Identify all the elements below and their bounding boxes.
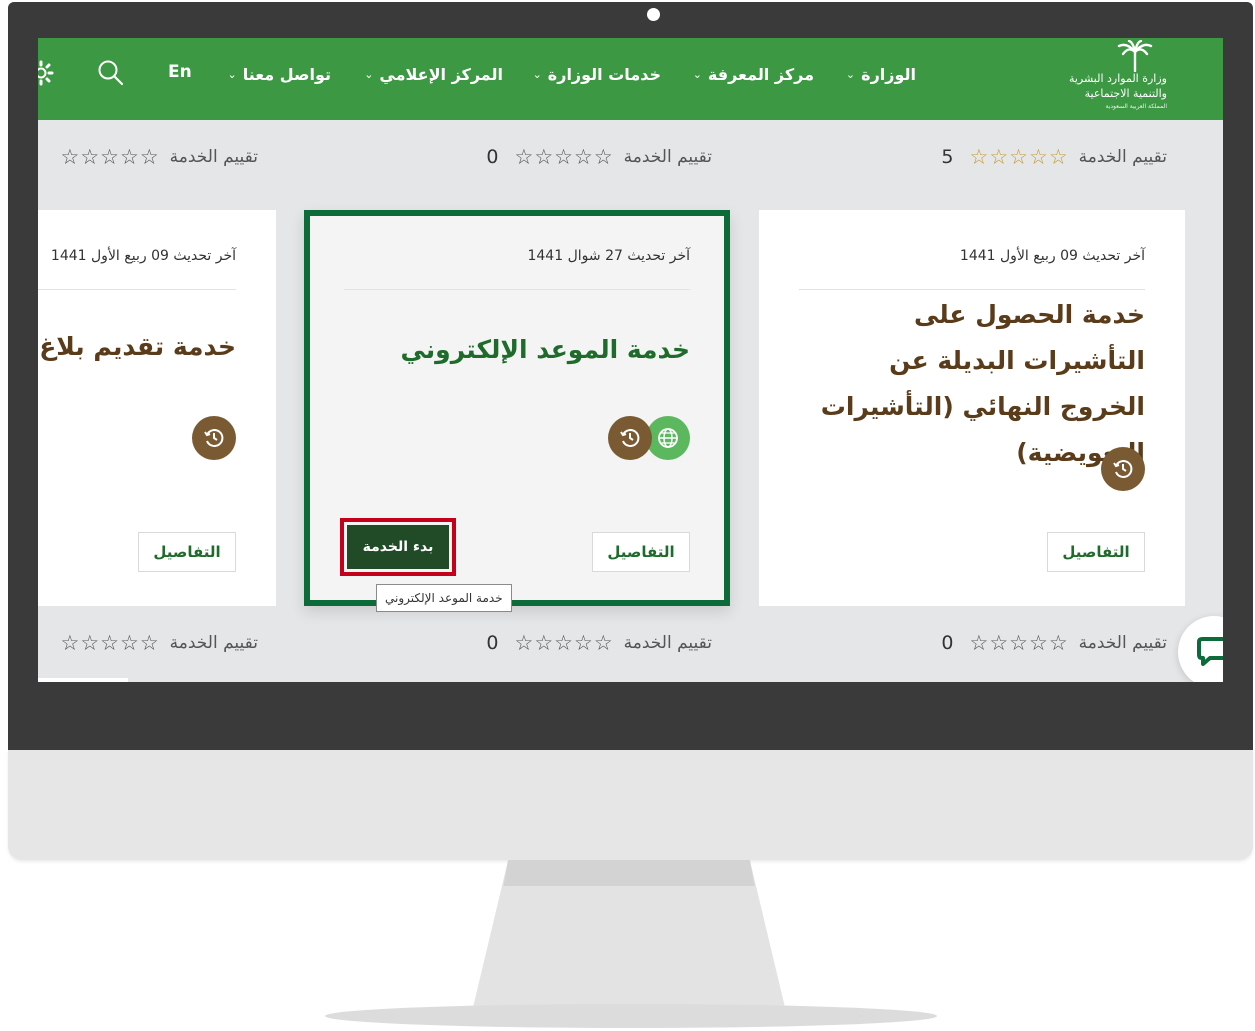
service-title[interactable]: خدمة الموعد الإلكتروني (344, 327, 690, 373)
monitor-stand-base (325, 1004, 937, 1028)
monitor-chin (8, 750, 1253, 860)
nav-item-label: الوزارة (861, 64, 916, 84)
chevron-down-icon: ⌄ (692, 67, 702, 81)
clock-icon (192, 416, 236, 460)
service-rating: تقييم الخدمة ☆☆☆☆☆ 5 (941, 142, 1167, 172)
chevron-down-icon: ⌄ (845, 67, 856, 81)
chevron-down-icon: ⌄ (227, 67, 237, 81)
chat-button[interactable] (1178, 616, 1223, 682)
nav-item-media-center[interactable]: المركز الإعلامي ⌄ (364, 60, 503, 88)
rating-label: تقييم الخدمة (1078, 633, 1167, 653)
chevron-down-icon: ⌄ (532, 67, 542, 81)
nav-item-label: مركز المعرفة (707, 64, 814, 84)
next-row-fragment (38, 678, 128, 682)
card-divider (344, 289, 690, 290)
logo-text-line2: والتنمية الاجتماعية (1084, 87, 1167, 100)
rating-label: تقييم الخدمة (623, 147, 712, 167)
screen: وزارة الموارد البشرية والتنمية الاجتماعي… (38, 38, 1223, 682)
last-updated: آخر تحديث 09 ربيع الأول 1441 (50, 248, 236, 264)
rating-count: 0 (486, 146, 499, 168)
nav-item-knowledge-center[interactable]: مركز المعرفة ⌄ (693, 60, 814, 88)
chat-icon (1197, 637, 1223, 666)
service-title[interactable]: خدمة تقديم بلاغ ت (38, 324, 236, 370)
ministry-logo[interactable]: وزارة الموارد البشرية والتنمية الاجتماعي… (1069, 38, 1173, 120)
service-rating: تقييم الخدمة ☆☆☆☆☆ 0 (486, 142, 712, 172)
gear-icon[interactable] (38, 60, 54, 90)
rating-label: تقييم الخدمة (169, 147, 258, 167)
star-rating-icon[interactable]: ☆☆☆☆☆ (61, 631, 160, 655)
nav-item-label: خدمات الوزارة (547, 64, 661, 84)
service-title[interactable]: خدمة الحصول على التأشيرات البديلة عن الخ… (799, 292, 1145, 476)
globe-icon (646, 416, 690, 460)
monitor-stand-shade (503, 860, 755, 886)
service-card: آخر تحديث 09 ربيع الأول 1441 خدمة تقديم … (38, 210, 276, 606)
last-updated: آخر تحديث 09 ربيع الأول 1441 (959, 248, 1145, 264)
service-rating: تقييم الخدمة ☆☆☆☆☆ (61, 142, 258, 172)
rating-label: تقييم الخدمة (169, 633, 258, 653)
service-rating: تقييم الخدمة ☆☆☆☆☆ 0 (941, 628, 1167, 658)
card-divider (799, 289, 1145, 290)
details-button[interactable]: التفاصيل (138, 532, 236, 572)
rating-label: تقييم الخدمة (623, 633, 712, 653)
language-toggle[interactable]: En (168, 62, 192, 82)
top-navbar: وزارة الموارد البشرية والتنمية الاجتماعي… (38, 38, 1223, 120)
rating-count: 0 (941, 632, 954, 654)
service-rating: تقييم الخدمة ☆☆☆☆☆ (61, 628, 258, 658)
chevron-down-icon: ⌄ (364, 67, 374, 81)
rating-count: 5 (941, 146, 954, 168)
star-rating-icon[interactable]: ☆☆☆☆☆ (970, 631, 1069, 655)
rating-count: 0 (486, 632, 499, 654)
nav-item-ministry-services[interactable]: خدمات الوزارة ⌄ (533, 60, 661, 88)
camera-dot (647, 8, 660, 21)
service-rating: تقييم الخدمة ☆☆☆☆☆ 0 (486, 628, 712, 658)
clock-icon (608, 416, 652, 460)
star-rating-icon[interactable]: ☆☆☆☆☆ (61, 145, 160, 169)
star-rating-icon[interactable]: ☆☆☆☆☆ (970, 145, 1069, 169)
nav-item-ministry[interactable]: الوزارة ⌄ (846, 60, 916, 88)
search-icon[interactable] (96, 58, 126, 92)
nav-item-contact-us[interactable]: تواصل معنا ⌄ (227, 60, 331, 88)
start-service-button[interactable]: بدء الخدمة (347, 525, 449, 569)
nav-item-label: المركز الإعلامي (379, 64, 503, 84)
star-rating-icon[interactable]: ☆☆☆☆☆ (515, 145, 614, 169)
logo-text-line1: وزارة الموارد البشرية (1068, 72, 1167, 85)
palm-logo-icon (1117, 40, 1153, 72)
details-button[interactable]: التفاصيل (1047, 532, 1145, 572)
rating-label: تقييم الخدمة (1078, 147, 1167, 167)
clock-icon (1101, 447, 1145, 491)
tooltip: خدمة الموعد الإلكتروني (376, 584, 512, 612)
nav-item-label: تواصل معنا (242, 64, 331, 84)
logo-text-line3: المملكة العربية السعودية (1105, 103, 1167, 110)
card-divider (38, 289, 236, 290)
service-card: آخر تحديث 09 ربيع الأول 1441 خدمة الحصول… (759, 210, 1185, 606)
details-button[interactable]: التفاصيل (592, 532, 690, 572)
last-updated: آخر تحديث 27 شوال 1441 (527, 248, 690, 264)
star-rating-icon[interactable]: ☆☆☆☆☆ (515, 631, 614, 655)
